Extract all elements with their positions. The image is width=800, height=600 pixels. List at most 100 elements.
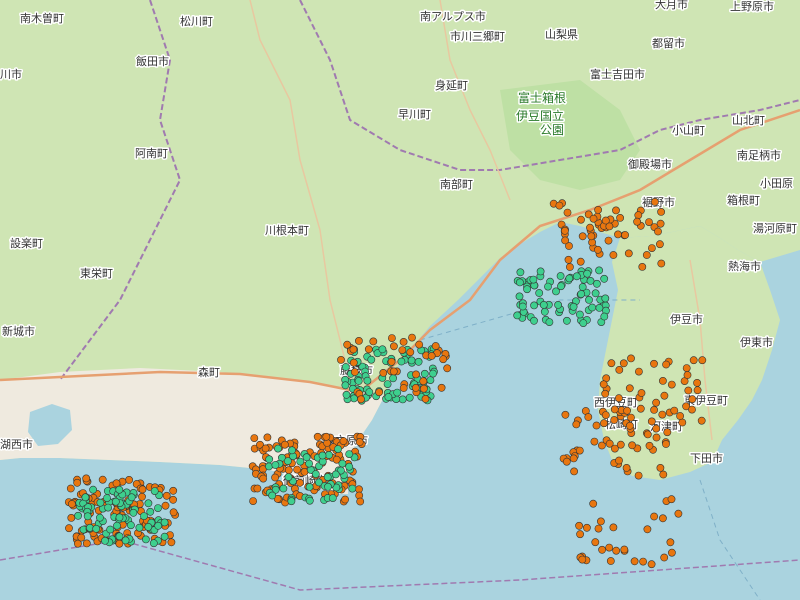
green-marker[interactable] <box>271 461 280 469</box>
orange-marker[interactable] <box>663 428 672 437</box>
orange-marker[interactable] <box>356 497 365 506</box>
orange-marker[interactable] <box>656 463 665 472</box>
green-marker[interactable] <box>577 290 586 298</box>
orange-marker[interactable] <box>594 524 603 533</box>
green-marker[interactable] <box>569 302 578 311</box>
green-marker[interactable] <box>318 451 327 460</box>
orange-marker[interactable] <box>576 530 584 539</box>
orange-marker[interactable] <box>600 419 608 428</box>
green-marker[interactable] <box>274 444 282 453</box>
orange-marker[interactable] <box>688 405 696 414</box>
orange-marker[interactable] <box>637 389 646 397</box>
orange-marker[interactable] <box>697 416 706 425</box>
green-marker[interactable] <box>288 446 296 455</box>
orange-marker[interactable] <box>271 473 279 482</box>
orange-marker[interactable] <box>562 457 571 466</box>
orange-marker[interactable] <box>624 249 633 258</box>
orange-marker[interactable] <box>647 417 656 426</box>
green-marker[interactable] <box>516 268 525 277</box>
green-marker[interactable] <box>586 276 595 285</box>
orange-marker[interactable] <box>647 560 656 569</box>
green-marker[interactable] <box>363 376 372 385</box>
orange-marker[interactable] <box>612 546 621 555</box>
green-marker[interactable] <box>536 267 545 276</box>
green-marker[interactable] <box>563 316 571 325</box>
green-marker[interactable] <box>106 525 115 534</box>
orange-marker[interactable] <box>621 231 629 239</box>
orange-marker[interactable] <box>650 405 658 414</box>
orange-marker[interactable] <box>387 334 396 342</box>
green-marker[interactable] <box>389 374 397 383</box>
orange-marker[interactable] <box>604 236 613 245</box>
green-marker[interactable] <box>154 521 163 530</box>
map-view[interactable]: 南木曽町 松川町 南アルプス市 市川三郷町 山梨県 都留市 上野原市 大月市 川市 飯田市 身延町早… <box>0 0 800 600</box>
green-marker[interactable] <box>265 462 273 471</box>
green-marker[interactable] <box>539 300 548 309</box>
green-marker[interactable] <box>121 536 130 545</box>
green-marker[interactable] <box>545 318 554 326</box>
orange-marker[interactable] <box>253 484 262 493</box>
green-marker[interactable] <box>144 499 153 508</box>
green-marker[interactable] <box>96 513 104 522</box>
orange-marker[interactable] <box>591 538 600 547</box>
green-marker[interactable] <box>126 521 135 530</box>
orange-marker[interactable] <box>609 251 618 259</box>
orange-marker[interactable] <box>65 524 73 533</box>
orange-marker[interactable] <box>263 433 272 442</box>
orange-marker[interactable] <box>349 345 358 354</box>
orange-marker[interactable] <box>339 437 348 445</box>
orange-marker[interactable] <box>684 386 693 395</box>
green-marker[interactable] <box>530 316 538 325</box>
orange-marker[interactable] <box>67 514 76 522</box>
orange-marker[interactable] <box>594 245 602 254</box>
orange-marker[interactable] <box>638 262 647 271</box>
orange-marker[interactable] <box>616 440 625 449</box>
orange-marker[interactable] <box>399 337 408 346</box>
orange-marker[interactable] <box>662 440 670 448</box>
orange-marker[interactable] <box>419 384 428 393</box>
orange-marker[interactable] <box>337 355 345 364</box>
orange-marker[interactable] <box>389 367 398 376</box>
green-marker[interactable] <box>354 377 363 385</box>
orange-marker[interactable] <box>634 211 643 220</box>
orange-marker[interactable] <box>169 495 177 504</box>
orange-marker[interactable] <box>597 517 605 526</box>
green-marker[interactable] <box>150 487 159 495</box>
orange-marker[interactable] <box>73 478 82 487</box>
orange-marker[interactable] <box>68 500 76 508</box>
orange-marker[interactable] <box>341 495 349 504</box>
orange-marker[interactable] <box>605 543 614 552</box>
green-marker[interactable] <box>365 388 374 396</box>
green-marker[interactable] <box>591 289 600 298</box>
orange-marker[interactable] <box>566 263 574 271</box>
orange-marker[interactable] <box>355 438 364 446</box>
orange-marker[interactable] <box>411 383 420 392</box>
orange-marker[interactable] <box>354 336 363 345</box>
green-marker[interactable] <box>398 395 407 404</box>
orange-marker[interactable] <box>628 441 636 450</box>
orange-marker[interactable] <box>601 411 610 419</box>
orange-marker[interactable] <box>652 433 661 442</box>
green-marker[interactable] <box>565 274 574 283</box>
orange-marker[interactable] <box>375 388 383 397</box>
orange-marker[interactable] <box>599 380 608 389</box>
orange-marker[interactable] <box>594 205 602 214</box>
green-marker[interactable] <box>601 294 610 303</box>
green-marker[interactable] <box>529 275 538 284</box>
orange-marker[interactable] <box>250 434 259 442</box>
green-marker[interactable] <box>129 508 138 517</box>
green-marker[interactable] <box>160 518 169 527</box>
green-marker[interactable] <box>367 355 376 364</box>
orange-marker[interactable] <box>657 259 666 268</box>
orange-marker[interactable] <box>606 557 615 565</box>
green-marker[interactable] <box>523 285 531 294</box>
green-marker[interactable] <box>338 459 347 468</box>
orange-marker[interactable] <box>610 416 619 424</box>
orange-marker[interactable] <box>622 463 631 472</box>
green-marker[interactable] <box>334 445 342 453</box>
orange-marker[interactable] <box>408 333 416 342</box>
orange-marker[interactable] <box>648 244 656 252</box>
orange-marker[interactable] <box>389 342 398 351</box>
orange-marker[interactable] <box>443 364 452 373</box>
orange-marker[interactable] <box>688 395 697 404</box>
